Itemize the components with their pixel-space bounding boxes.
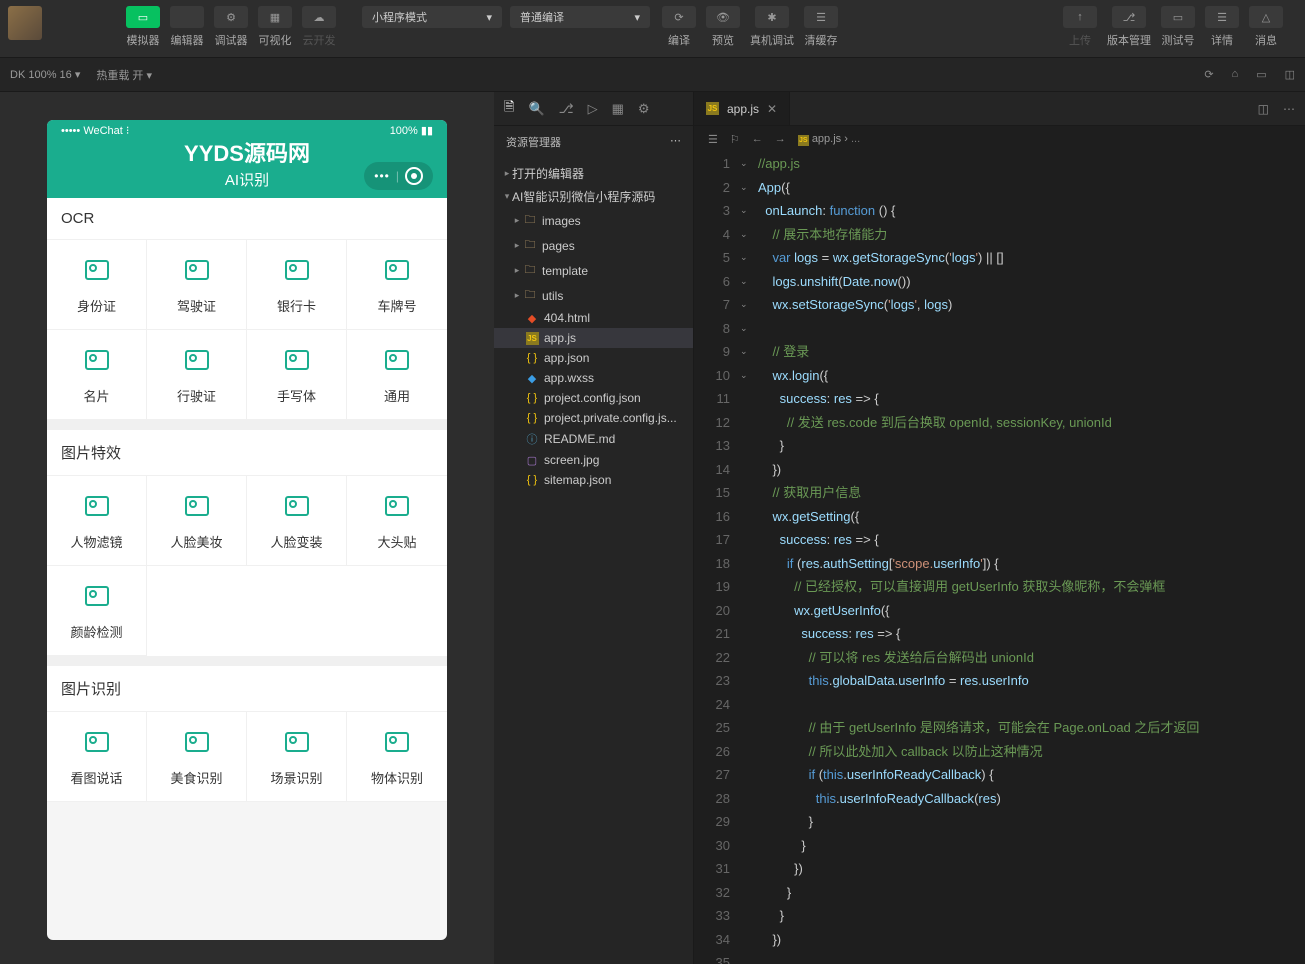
tb-可视化[interactable]: ▦ 可视化 — [254, 6, 296, 48]
section-title: 图片识别 — [47, 666, 447, 712]
tb-预览[interactable]: 👁 预览 — [702, 6, 744, 48]
grid-item-通用[interactable]: 通用 — [347, 330, 447, 420]
folder-utils[interactable]: ▸🗀utils — [494, 283, 693, 308]
avatar[interactable] — [8, 6, 42, 40]
grid-item-银行卡[interactable]: 银行卡 — [247, 240, 347, 330]
app-title: AI识别 — [225, 169, 269, 190]
grid-item-人物滤镜[interactable]: 人物滤镜 — [47, 476, 147, 566]
grid-item-场景识别[interactable]: 场景识别 — [247, 712, 347, 802]
opened-editors[interactable]: ▸打开的编辑器 — [494, 162, 693, 185]
grid-item-名片[interactable]: 名片 — [47, 330, 147, 420]
tb-模拟器[interactable]: ▭ 模拟器 — [122, 6, 164, 48]
grid-item-人脸美妆[interactable]: 人脸美妆 — [147, 476, 247, 566]
debug-icon[interactable]: ▷ — [588, 101, 598, 117]
topbar: ▭ 模拟器 编辑器 ⚙ 调试器 ▦ 可视化 ☁ 云开发 小程序模式▾ 普通编译▾… — [0, 0, 1305, 58]
grid-item-身份证[interactable]: 身份证 — [47, 240, 147, 330]
search-icon[interactable]: 🔍 — [528, 101, 544, 117]
explorer-pane: 🗎 🔍 ⎇ ▷ ▦ ⚙ 资源管理器 ⋯ ▸打开的编辑器 ▾AI智能识别微信小程序… — [494, 92, 694, 964]
tb-上传[interactable]: ↑ 上传 — [1059, 6, 1101, 48]
file-404.html[interactable]: ◆404.html — [494, 308, 693, 328]
grid-item-手写体[interactable]: 手写体 — [247, 330, 347, 420]
file-README.md[interactable]: ⓘREADME.md — [494, 428, 693, 450]
phone-frame: ••••• WeChat ⁝ 100% ▮▮ YYDS源码网 AI识别 •••|… — [47, 120, 447, 940]
section-title: 图片特效 — [47, 430, 447, 476]
bookmark-icon[interactable]: ⚐ — [730, 133, 740, 146]
device-select[interactable]: DK 100% 16 ▾ — [10, 68, 80, 81]
editor-pane: JS app.js ✕ ◫ ⋯ ☰ ⚐ ← → JS app.js › ... … — [694, 92, 1305, 964]
grid-item-美食识别[interactable]: 美食识别 — [147, 712, 247, 802]
tb-测试号[interactable]: ▭ 测试号 — [1157, 6, 1199, 48]
split-icon[interactable]: ◫ — [1285, 68, 1295, 81]
folder-pages[interactable]: ▸🗀pages — [494, 233, 693, 258]
grid-item-驾驶证[interactable]: 驾驶证 — [147, 240, 247, 330]
code-area[interactable]: 1234567891011121314151617181920212223242… — [694, 152, 1305, 964]
folder-template[interactable]: ▸🗀template — [494, 258, 693, 283]
project-root[interactable]: ▾AI智能识别微信小程序源码 — [494, 185, 693, 208]
file-project.config.json[interactable]: { }project.config.json — [494, 388, 693, 408]
explorer-title: 资源管理器 — [506, 134, 561, 150]
more-icon[interactable]: ⋯ — [670, 134, 681, 150]
mobile-icon[interactable]: ▭ — [1256, 68, 1266, 81]
extensions-icon[interactable]: ▦ — [612, 101, 624, 117]
plugin-icon[interactable]: ⚙ — [638, 101, 650, 117]
reload-toggle[interactable]: 热重载 开 ▾ — [96, 67, 152, 83]
file-app.wxss[interactable]: ◆app.wxss — [494, 368, 693, 388]
simulator-pane: ••••• WeChat ⁝ 100% ▮▮ YYDS源码网 AI识别 •••|… — [0, 92, 494, 964]
capsule-button[interactable]: •••| — [364, 162, 433, 190]
tb-编译[interactable]: ⟳ 编译 — [658, 6, 700, 48]
compile-select[interactable]: 普通编译▾ — [510, 6, 650, 28]
more-icon[interactable]: ⋯ — [1283, 102, 1295, 116]
grid-item-物体识别[interactable]: 物体识别 — [347, 712, 447, 802]
grid-item-车牌号[interactable]: 车牌号 — [347, 240, 447, 330]
tb-详情[interactable]: ☰ 详情 — [1201, 6, 1243, 48]
files-icon[interactable]: 🗎 — [504, 98, 514, 120]
list-icon[interactable]: ☰ — [708, 133, 718, 146]
grid-item-人脸变装[interactable]: 人脸变装 — [247, 476, 347, 566]
file-app.json[interactable]: { }app.json — [494, 348, 693, 368]
refresh-icon[interactable]: ⟳ — [1204, 68, 1213, 81]
back-icon[interactable]: ← — [752, 133, 763, 146]
tb-真机调试[interactable]: ✱ 真机调试 — [746, 6, 798, 48]
git-icon[interactable]: ⎇ — [559, 101, 574, 117]
status-bar: DK 100% 16 ▾ 热重载 开 ▾ ⟳ ⌂ ▭ ◫ — [0, 58, 1305, 92]
file-app.js[interactable]: JSapp.js — [494, 328, 693, 348]
split-editor-icon[interactable]: ◫ — [1258, 102, 1269, 116]
section-title: OCR — [47, 198, 447, 240]
watermark: YYDS源码网 — [184, 136, 310, 168]
folder-images[interactable]: ▸🗀images — [494, 208, 693, 233]
close-icon[interactable]: ✕ — [767, 102, 777, 116]
grid-item-大头贴[interactable]: 大头贴 — [347, 476, 447, 566]
forward-icon[interactable]: → — [775, 133, 786, 146]
tb-云开发[interactable]: ☁ 云开发 — [298, 6, 340, 48]
tb-编辑器[interactable]: 编辑器 — [166, 6, 208, 48]
file-screen.jpg[interactable]: ▢screen.jpg — [494, 450, 693, 470]
grid-item-行驶证[interactable]: 行驶证 — [147, 330, 247, 420]
home-icon[interactable]: ⌂ — [1232, 68, 1239, 81]
editor-tab-appjs[interactable]: JS app.js ✕ — [694, 92, 790, 125]
grid-item-看图说话[interactable]: 看图说话 — [47, 712, 147, 802]
tb-调试器[interactable]: ⚙ 调试器 — [210, 6, 252, 48]
tb-版本管理[interactable]: ⎇ 版本管理 — [1103, 6, 1155, 48]
file-project.private.config.js...[interactable]: { }project.private.config.js... — [494, 408, 693, 428]
tb-消息[interactable]: △ 消息 — [1245, 6, 1287, 48]
grid-item-颜龄检测[interactable]: 颜龄检测 — [47, 566, 147, 656]
mode-select[interactable]: 小程序模式▾ — [362, 6, 502, 28]
tb-清缓存[interactable]: ☰ 清缓存 — [800, 6, 842, 48]
file-sitemap.json[interactable]: { }sitemap.json — [494, 470, 693, 490]
